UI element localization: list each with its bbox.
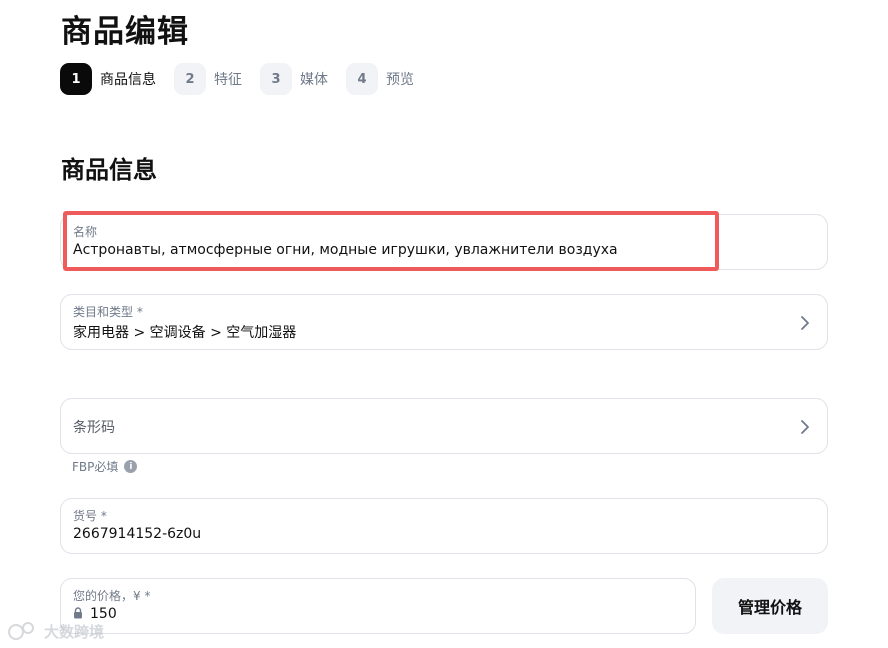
barcode-hint-text: FBP必填 [72,460,119,474]
name-field-label: 名称 [73,225,98,239]
step-number: 4 [346,63,378,95]
manage-price-button[interactable]: 管理价格 [712,578,828,634]
step-label: 媒体 [300,72,328,88]
step-tabs: 1 商品信息 2 特征 3 媒体 4 预览 [60,63,432,95]
price-field[interactable]: 您的价格，¥ * 150 [60,578,696,634]
chevron-right-icon [801,420,809,434]
step-label: 商品信息 [100,72,156,88]
step-product-info[interactable]: 1 商品信息 [60,63,156,95]
name-field-value[interactable]: Астронавты, атмосферные огни, модные игр… [73,242,618,258]
info-icon[interactable]: i [124,460,138,473]
step-media[interactable]: 3 媒体 [260,63,328,95]
category-field-label: 类目和类型 * [73,305,143,319]
price-field-label: 您的价格，¥ * [73,589,151,603]
name-field[interactable]: 名称 Астронавты, атмосферные огни, модные … [60,214,828,270]
category-field[interactable]: 类目和类型 * 家用电器 > 空调设备 > 空气加湿器 [60,294,828,350]
step-number: 1 [60,63,92,95]
step-number: 2 [174,63,206,95]
barcode-field-label: 条形码 [73,420,115,436]
watermark: 大数跨境 [8,620,104,642]
step-number: 3 [260,63,292,95]
category-field-value: 家用电器 > 空调设备 > 空气加湿器 [73,325,297,341]
watermark-text: 大数跨境 [44,622,105,641]
lock-icon [74,607,82,619]
barcode-field[interactable]: 条形码 [60,398,828,454]
sku-field-label: 货号 * [73,509,107,523]
page-title: 商品编辑 [61,14,189,50]
step-features[interactable]: 2 特征 [174,63,242,95]
step-label: 预览 [386,72,414,88]
step-preview[interactable]: 4 预览 [346,63,414,95]
watermark-logo-icon [8,622,34,640]
sku-field[interactable]: 货号 * 2667914152-6z0u [60,498,828,554]
sku-field-value[interactable]: 2667914152-6z0u [73,526,201,542]
step-label: 特征 [214,72,242,88]
barcode-hint: FBP必填 i [72,458,138,475]
section-title: 商品信息 [61,156,157,184]
chevron-right-icon [801,316,809,330]
